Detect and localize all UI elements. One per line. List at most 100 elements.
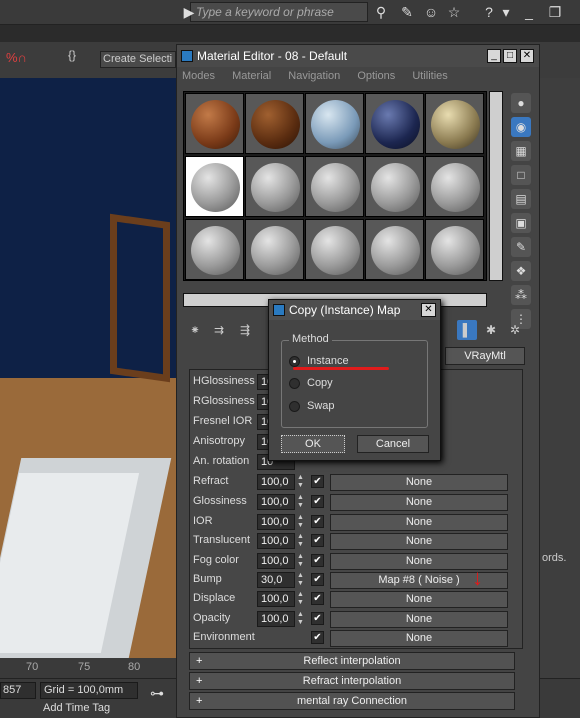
sample-slot[interactable] <box>245 156 304 217</box>
spinner-icon[interactable]: ▲ ▼ <box>296 514 305 530</box>
background-icon[interactable]: ▦ <box>511 141 531 161</box>
people-icon[interactable]: ☺ <box>422 3 440 21</box>
map-button[interactable]: None <box>330 514 508 531</box>
close-button[interactable]: ✕ <box>520 49 534 63</box>
get-material-icon[interactable]: ⁕ <box>185 320 205 340</box>
sample-slot[interactable] <box>425 219 484 280</box>
dialog-close-button[interactable]: ✕ <box>421 303 436 317</box>
sample-slot[interactable] <box>245 93 304 154</box>
abc-icon[interactable]: {} <box>68 48 76 62</box>
minimize-button[interactable]: _ <box>487 49 501 63</box>
param-value[interactable]: 100,0 <box>257 591 295 607</box>
map-enable-checkbox[interactable]: ✔ <box>311 554 324 567</box>
put-to-scene-icon[interactable]: ⇉ <box>209 320 229 340</box>
map-button[interactable]: None <box>330 494 508 511</box>
spinner-icon[interactable]: ▲ ▼ <box>296 494 305 510</box>
go-forward-sibling-icon[interactable]: ✲ <box>505 320 525 340</box>
rollout-reflect-interpolation[interactable]: + Reflect interpolation <box>189 652 515 670</box>
sample-type-icon[interactable]: ● <box>511 93 531 113</box>
material-editor-title[interactable]: Material Editor - 08 - Default <box>177 45 539 67</box>
param-value[interactable]: 100,0 <box>257 533 295 549</box>
map-enable-checkbox[interactable]: ✔ <box>311 534 324 547</box>
spinner-icon[interactable]: ▲ ▼ <box>296 533 305 549</box>
sample-slot[interactable] <box>365 219 424 280</box>
radio-copy[interactable] <box>289 378 300 389</box>
sample-slot[interactable] <box>365 156 424 217</box>
go-to-parent-icon[interactable]: ✱ <box>481 320 501 340</box>
map-enable-checkbox[interactable]: ✔ <box>311 475 324 488</box>
show-in-viewport-icon[interactable]: ▌ <box>457 320 477 340</box>
rollout-refract-interpolation[interactable]: + Refract interpolation <box>189 672 515 690</box>
viewport[interactable] <box>0 78 176 658</box>
map-button[interactable]: None <box>330 474 508 491</box>
map-enable-checkbox[interactable]: ✔ <box>311 573 324 586</box>
map-button[interactable]: None <box>330 591 508 608</box>
sample-slot[interactable] <box>185 93 244 154</box>
spinner-icon[interactable]: ▲ ▼ <box>296 474 305 490</box>
coord-field[interactable]: 857 <box>0 682 36 699</box>
options-icon[interactable]: ✎ <box>511 237 531 257</box>
sample-slot[interactable] <box>185 219 244 280</box>
cancel-button[interactable]: Cancel <box>357 435 429 453</box>
arrow-icon[interactable]: ▶ <box>180 3 198 21</box>
map-button[interactable]: None <box>330 533 508 550</box>
spinner-icon[interactable]: ▲ ▼ <box>296 591 305 607</box>
binoculars-icon[interactable]: ⚲ <box>372 3 390 21</box>
map-button[interactable]: None <box>330 611 508 628</box>
radio-instance[interactable] <box>289 356 300 367</box>
spinner-icon[interactable]: ▲ ▼ <box>296 611 305 627</box>
minimize-icon[interactable]: _ <box>520 3 538 21</box>
select-by-material-icon[interactable]: ❖ <box>511 261 531 281</box>
menu-options[interactable]: Options <box>357 70 395 82</box>
menu-navigation[interactable]: Navigation <box>288 70 340 82</box>
menu-material[interactable]: Material <box>232 70 271 82</box>
make-preview-icon[interactable]: ▣ <box>511 213 531 233</box>
spinner-icon[interactable]: ▲ ▼ <box>296 572 305 588</box>
sample-slot[interactable] <box>305 219 364 280</box>
menu-utilities[interactable]: Utilities <box>412 70 447 82</box>
param-value[interactable]: 100,0 <box>257 611 295 627</box>
map-enable-checkbox[interactable]: ✔ <box>311 592 324 605</box>
material-type-button[interactable]: VRayMtl <box>445 347 525 365</box>
backlight-icon[interactable]: ◉ <box>511 117 531 137</box>
spinner-icon[interactable]: ▲ ▼ <box>296 553 305 569</box>
param-value[interactable]: 100,0 <box>257 514 295 530</box>
time-ruler[interactable]: 70 75 80 <box>0 658 176 678</box>
maximize-button[interactable]: □ <box>503 49 517 63</box>
sample-slot[interactable] <box>305 93 364 154</box>
dialog-title-bar[interactable]: Copy (Instance) Map <box>269 300 440 320</box>
param-value[interactable]: 30,0 <box>257 572 295 588</box>
rollout-mental-ray-connection[interactable]: + mental ray Connection <box>189 692 515 710</box>
slots-vertical-scrollbar[interactable] <box>489 91 503 281</box>
video-color-check-icon[interactable]: ▤ <box>511 189 531 209</box>
key-icon[interactable]: ⊶ <box>150 685 164 702</box>
map-enable-checkbox[interactable]: ✔ <box>311 612 324 625</box>
map-button[interactable]: None <box>330 630 508 647</box>
menu-modes[interactable]: Modes <box>182 70 215 82</box>
sample-slot[interactable] <box>305 156 364 217</box>
chevron-down-icon[interactable]: ▾ <box>500 3 512 21</box>
sample-slot[interactable] <box>365 93 424 154</box>
sample-slot-active[interactable] <box>185 156 244 217</box>
help-icon[interactable]: ? <box>480 3 498 21</box>
sample-slot[interactable] <box>425 93 484 154</box>
radio-swap[interactable] <box>289 401 300 412</box>
map-enable-checkbox[interactable]: ✔ <box>311 631 324 644</box>
uv-tiling-icon[interactable]: □ <box>511 165 531 185</box>
param-value[interactable]: 100,0 <box>257 474 295 490</box>
map-enable-checkbox[interactable]: ✔ <box>311 515 324 528</box>
search-input[interactable]: Type a keyword or phrase <box>190 2 368 22</box>
assign-material-icon[interactable]: ⇶ <box>235 320 255 340</box>
material-map-navigator-icon[interactable]: ⁂ <box>511 285 531 305</box>
snap-icon[interactable]: %∩ <box>6 50 27 65</box>
restore-icon[interactable]: ❐ <box>546 3 564 21</box>
param-value[interactable]: 100,0 <box>257 553 295 569</box>
map-enable-checkbox[interactable]: ✔ <box>311 495 324 508</box>
star-icon[interactable]: ☆ <box>445 3 463 21</box>
sample-slot[interactable] <box>425 156 484 217</box>
tools-icon[interactable]: ✎ <box>398 3 416 21</box>
add-time-tag-button[interactable]: Add Time Tag <box>40 702 138 718</box>
create-selection-set[interactable]: Create Selecti <box>100 51 176 68</box>
sample-slot[interactable] <box>245 219 304 280</box>
ok-button[interactable]: OK <box>281 435 345 453</box>
